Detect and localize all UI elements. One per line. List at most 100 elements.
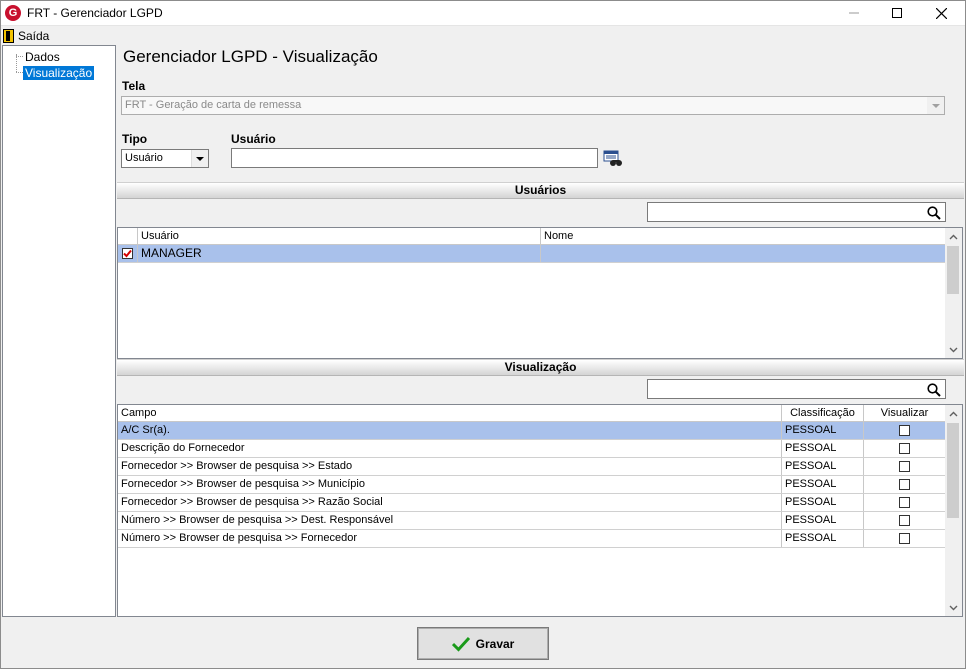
usuarios-search-input[interactable] — [647, 202, 946, 222]
cell-classificacao: PESSOAL — [782, 494, 864, 511]
column-header-campo[interactable]: Campo — [118, 405, 782, 422]
table-row[interactable]: Número >> Browser de pesquisa >> Fornece… — [118, 530, 946, 548]
cell-nome — [541, 245, 946, 262]
app-logo-icon: G — [5, 5, 21, 21]
column-header-check — [118, 228, 138, 245]
cell-campo: Número >> Browser de pesquisa >> Dest. R… — [118, 512, 782, 529]
cell-classificacao: PESSOAL — [782, 530, 864, 547]
navigation-tree: Dados Visualização — [2, 45, 116, 617]
usuario-lookup-button[interactable] — [603, 150, 623, 168]
table-row[interactable]: Fornecedor >> Browser de pesquisa >> Raz… — [118, 494, 946, 512]
scroll-up-arrow[interactable] — [945, 405, 962, 422]
minimize-button[interactable] — [831, 0, 876, 26]
cell-visualizar[interactable] — [864, 494, 946, 511]
cell-campo: Fornecedor >> Browser de pesquisa >> Mun… — [118, 476, 782, 493]
scrollbar-thumb[interactable] — [947, 246, 959, 294]
gravar-button[interactable]: Gravar — [417, 627, 549, 660]
cell-visualizar[interactable] — [864, 458, 946, 475]
tela-select-value: FRT - Geração de carta de remessa — [125, 99, 302, 111]
cell-campo: Fornecedor >> Browser de pesquisa >> Raz… — [118, 494, 782, 511]
search-icon — [927, 206, 941, 220]
tipo-select[interactable]: Usuário — [121, 149, 209, 168]
tela-dropdown-button — [927, 97, 944, 114]
usuario-input[interactable] — [231, 148, 598, 168]
visualizar-checkbox[interactable] — [899, 443, 910, 454]
cell-visualizar[interactable] — [864, 476, 946, 493]
cell-campo: Fornecedor >> Browser de pesquisa >> Est… — [118, 458, 782, 475]
chevron-down-icon — [931, 103, 940, 108]
chevron-down-icon — [949, 347, 958, 352]
close-button[interactable] — [919, 0, 964, 26]
cell-visualizar[interactable] — [864, 512, 946, 529]
maximize-icon — [891, 8, 902, 18]
tela-select: FRT - Geração de carta de remessa — [121, 96, 945, 115]
chevron-up-icon — [949, 411, 958, 416]
row-checkbox-cell[interactable] — [118, 245, 138, 262]
visualizar-checkbox[interactable] — [899, 425, 910, 436]
table-row[interactable]: A/C Sr(a). PESSOAL — [118, 422, 946, 440]
column-header-visualizar[interactable]: Visualizar — [864, 405, 946, 422]
cell-classificacao: PESSOAL — [782, 440, 864, 457]
tree-connector — [16, 72, 23, 73]
visualizacao-grid-header: Campo Classificação Visualizar — [118, 405, 946, 422]
table-row[interactable]: Fornecedor >> Browser de pesquisa >> Mun… — [118, 476, 946, 494]
maximize-button[interactable] — [874, 0, 919, 26]
usuarios-grid[interactable]: Usuário Nome MANAGER — [117, 227, 963, 359]
exit-door-icon — [3, 29, 14, 43]
usuarios-grid-scrollbar[interactable] — [945, 228, 962, 358]
column-header-classificacao[interactable]: Classificação — [782, 405, 864, 422]
checkbox-checked-icon — [122, 248, 133, 259]
chevron-up-icon — [949, 234, 958, 239]
column-header-usuario[interactable]: Usuário — [138, 228, 541, 245]
title-bar: G FRT - Gerenciador LGPD — [0, 0, 966, 26]
cell-classificacao: PESSOAL — [782, 512, 864, 529]
visualizacao-grid[interactable]: Campo Classificação Visualizar A/C Sr(a)… — [117, 404, 963, 617]
menu-item-saida[interactable]: Saída — [3, 28, 49, 44]
visualizacao-grid-scrollbar[interactable] — [945, 405, 962, 616]
visualizar-checkbox[interactable] — [899, 461, 910, 472]
cell-classificacao: PESSOAL — [782, 476, 864, 493]
cell-visualizar[interactable] — [864, 530, 946, 547]
usuarios-section-header: Usuários — [117, 182, 964, 199]
scroll-down-arrow[interactable] — [945, 341, 962, 358]
visualizar-checkbox[interactable] — [899, 515, 910, 526]
tela-label: Tela — [122, 79, 146, 93]
table-row[interactable]: Número >> Browser de pesquisa >> Dest. R… — [118, 512, 946, 530]
chevron-down-icon — [949, 605, 958, 610]
cell-classificacao: PESSOAL — [782, 458, 864, 475]
menu-item-saida-label: Saída — [18, 29, 50, 43]
tree-connector — [16, 56, 23, 57]
tree-item-dados[interactable]: Dados — [23, 50, 62, 64]
scrollbar-thumb[interactable] — [947, 423, 959, 518]
cell-usuario: MANAGER — [138, 245, 541, 262]
scroll-down-arrow[interactable] — [945, 599, 962, 616]
cell-campo: Descrição do Fornecedor — [118, 440, 782, 457]
search-icon — [927, 383, 941, 397]
cell-visualizar[interactable] — [864, 440, 946, 457]
cell-campo: Número >> Browser de pesquisa >> Fornece… — [118, 530, 782, 547]
tipo-select-value: Usuário — [125, 152, 163, 164]
cell-campo: A/C Sr(a). — [118, 422, 782, 439]
checkmark-icon — [451, 636, 470, 652]
visualizar-checkbox[interactable] — [899, 479, 910, 490]
usuario-label: Usuário — [231, 132, 276, 146]
binoculars-search-icon — [603, 150, 622, 166]
menu-bar: Saída — [0, 27, 966, 45]
gravar-button-label: Gravar — [475, 636, 515, 651]
column-header-nome[interactable]: Nome — [541, 228, 946, 245]
minimize-icon — [848, 12, 859, 14]
cell-visualizar[interactable] — [864, 422, 946, 439]
visualizacao-search-input[interactable] — [647, 379, 946, 399]
table-row[interactable]: MANAGER — [118, 245, 946, 263]
page-title: Gerenciador LGPD - Visualização — [123, 47, 378, 66]
close-icon — [936, 7, 947, 19]
tree-item-visualizacao[interactable]: Visualização — [23, 66, 95, 80]
table-row[interactable]: Descrição do Fornecedor PESSOAL — [118, 440, 946, 458]
visualizar-checkbox[interactable] — [899, 497, 910, 508]
tipo-dropdown-button[interactable] — [191, 150, 208, 167]
cell-classificacao: PESSOAL — [782, 422, 864, 439]
usuarios-grid-header: Usuário Nome — [118, 228, 946, 245]
table-row[interactable]: Fornecedor >> Browser de pesquisa >> Est… — [118, 458, 946, 476]
scroll-up-arrow[interactable] — [945, 228, 962, 245]
visualizar-checkbox[interactable] — [899, 533, 910, 544]
